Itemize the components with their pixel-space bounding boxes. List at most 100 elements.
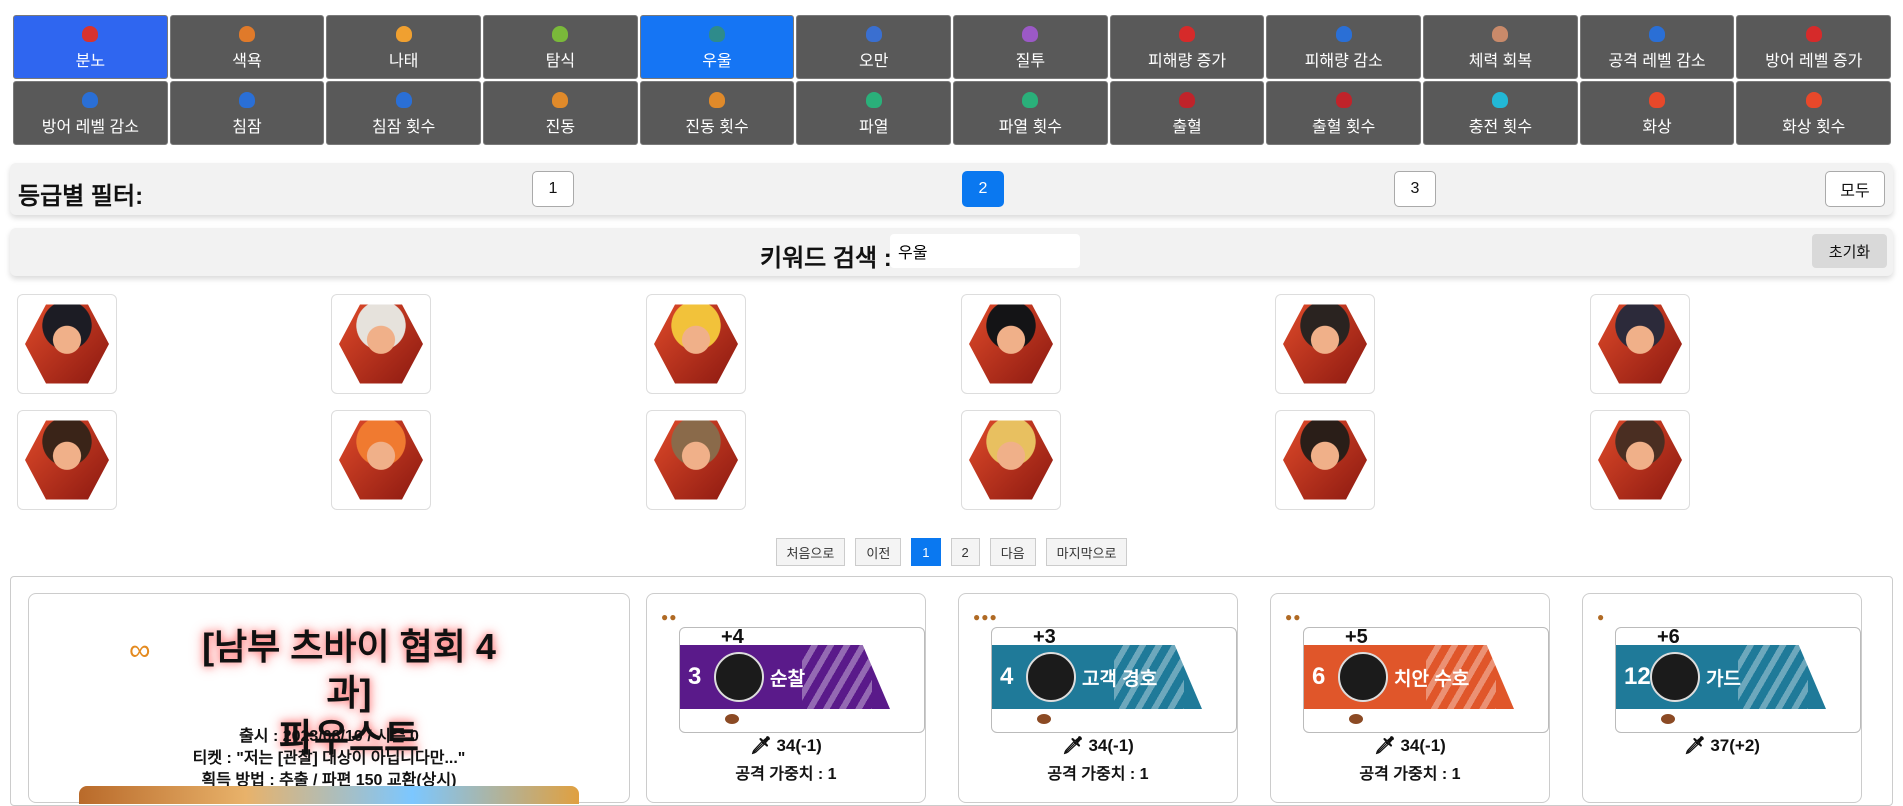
grade-1-button[interactable]: 1 [532,171,574,207]
tab-lust[interactable]: 색욕 [169,15,325,79]
identity-portrait[interactable] [1275,294,1375,394]
tab-bleed[interactable]: 출혈 [1109,81,1265,145]
tab-damage-down[interactable]: 피해량 감소 [1266,15,1422,79]
tab-gluttony[interactable]: 탐식 [483,15,638,79]
tab-rupture[interactable]: 파열 [796,81,952,145]
grade-2-button[interactable]: 2 [962,171,1004,207]
tab-charge-count[interactable]: 충전 횟수 [1423,81,1578,145]
identity-artwork [79,786,579,804]
sloth-icon [394,24,414,44]
skill-box: 3 순찰 [679,627,925,733]
tab-defense-level-down[interactable]: 방어 레벨 감소 [13,81,168,145]
tab-label: 우울 [702,52,732,70]
tab-label: 공격 레벨 감소 [1608,52,1706,70]
attack-value: 🗡 37(+2) [1684,736,1760,755]
portrait-image [1598,304,1682,384]
tab-heal[interactable]: 체력 회복 [1423,15,1578,79]
damage-up-icon [1177,24,1197,44]
attack-type-icon [1037,714,1051,724]
coin-icons: ●●● [973,610,998,624]
grade-filter-title: 등급별 필터: [18,183,144,210]
identity-portrait[interactable] [1590,410,1690,510]
coin-icons: ●● [661,610,678,624]
tab-defense-level-up[interactable]: 방어 레벨 증가 [1736,15,1892,79]
tab-sinking[interactable]: 침잠 [169,81,325,145]
tab-damage-up[interactable]: 피해량 증가 [1109,15,1265,79]
reset-button[interactable]: 초기화 [1812,234,1887,268]
tab-tremor-count[interactable]: 진동 횟수 [639,81,795,145]
skill-card: ●●+56치안 수호🗡 34(-1)공격 가중치 : 1 [1270,593,1550,803]
envy-icon [1020,24,1040,44]
pagination: 처음으로 이전 1 2 다음 마지막으로 [0,538,1903,566]
tab-gloom[interactable]: 우울 [639,15,795,79]
tab-label: 출혈 [1172,118,1202,136]
next-page-button[interactable]: 다음 [989,538,1036,566]
identity-portrait[interactable] [646,294,746,394]
portrait-image [969,420,1053,500]
tab-wrath[interactable]: 분노 [13,15,168,79]
keyword-tab-row-2: 방어 레벨 감소 침잠 침잠 횟수 진동 진동 횟수 파열 파열 횟수 출혈 출혈 횟수 충전 횟… [12,81,1892,145]
first-page-button[interactable]: 처음으로 [775,538,846,566]
skill-name: 가드 [1706,668,1741,690]
last-page-button[interactable]: 마지막으로 [1045,538,1128,566]
base-power: 4 [1000,663,1014,690]
page-2-button[interactable]: 2 [950,538,980,566]
identity-portrait[interactable] [331,410,431,510]
grade-filter-panel: 등급별 필터: 1 2 3 모두 [10,163,1893,215]
tab-label: 분노 [75,52,106,70]
skill-banner: 6치안 수호 [1304,645,1514,709]
identity-portrait[interactable] [1590,294,1690,394]
tab-sloth[interactable]: 나태 [326,15,482,79]
base-power: 3 [688,663,702,690]
sinking-count-icon [394,90,414,110]
prev-page-button[interactable]: 이전 [855,538,902,566]
attack-value: 🗡 34(-1) [750,736,822,755]
attack-type-icon [725,714,739,724]
attack-weight: 공격 가중치 : 1 [1359,766,1461,783]
gluttony-icon [550,24,570,44]
banner-stripes [1738,645,1808,709]
banner-stripes [1114,645,1184,709]
tab-burn-count[interactable]: 화상 횟수 [1736,81,1892,145]
identity-portrait[interactable] [961,294,1061,394]
tab-label: 진동 횟수 [685,118,749,136]
identity-portrait[interactable] [17,410,117,510]
tab-label: 피해량 증가 [1148,52,1227,70]
tab-pride[interactable]: 오만 [796,15,952,79]
tab-label: 화상 [1642,118,1672,136]
keyword-search-label: 키워드 검색 : [760,245,892,272]
identity-portrait[interactable] [961,410,1061,510]
tab-envy[interactable]: 질투 [953,15,1108,79]
identity-portrait[interactable] [646,410,746,510]
coin-icons: ●● [1285,610,1302,624]
attack-value-text: 34(-1) [1088,736,1134,755]
lust-icon [237,24,257,44]
grade-3-button[interactable]: 3 [1394,171,1436,207]
tab-sinking-count[interactable]: 침잠 횟수 [326,81,482,145]
tab-bleed-count[interactable]: 출혈 횟수 [1266,81,1422,145]
skill-banner: 12 가드 [1616,645,1826,709]
identity-portrait[interactable] [1275,410,1375,510]
keyword-search-panel: 키워드 검색 : 초기화 [10,228,1893,276]
skill-icon [714,652,764,702]
attack-value: 🗡 34(-1) [1374,736,1446,755]
tab-label: 화상 횟수 [1782,118,1846,136]
defense-level-down-icon [80,90,100,110]
tab-attack-level-down[interactable]: 공격 레벨 감소 [1579,15,1735,79]
page-1-button[interactable]: 1 [911,538,941,566]
tab-label: 체력 회복 [1468,52,1533,70]
identity-portrait[interactable] [331,294,431,394]
attack-type-icon [1661,714,1675,724]
skill-icon [1650,652,1700,702]
grade-all-button[interactable]: 모두 [1825,171,1885,207]
gloom-icon [707,24,727,44]
rupture-count-icon [1020,90,1040,110]
attack-value: 🗡 34(-1) [1062,736,1134,755]
tab-burn[interactable]: 화상 [1579,81,1735,145]
identity-card: ∞ [남부 츠바이 협회 4과] 파우스트 출시 : 2023/08/10 / … [28,593,630,804]
tab-rupture-count[interactable]: 파열 횟수 [953,81,1108,145]
tab-tremor[interactable]: 진동 [483,81,638,145]
keyword-search-input[interactable] [890,234,1080,268]
attack-value-text: 34(-1) [776,736,822,755]
identity-portrait[interactable] [17,294,117,394]
